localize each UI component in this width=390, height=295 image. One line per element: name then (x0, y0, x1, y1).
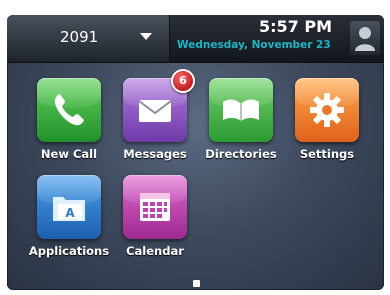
calendar-tile[interactable] (123, 175, 187, 239)
app-label: Messages (123, 147, 187, 161)
app-directories[interactable]: Directories (201, 78, 281, 170)
app-calendar[interactable]: Calendar (115, 175, 195, 267)
app-new-call[interactable]: New Call (29, 78, 109, 170)
line-number: 2091 (60, 28, 99, 46)
applications-folder-icon: A (53, 197, 85, 221)
envelope-icon (138, 100, 172, 122)
clock-date: Wednesday, November 23 (177, 39, 331, 51)
app-label: Calendar (126, 244, 184, 258)
app-label: New Call (40, 147, 98, 161)
chevron-down-icon (140, 33, 152, 40)
page-indicator-dot[interactable] (193, 280, 200, 287)
status-bar: 2091 5:57 PM Wednesday, November 23 (7, 15, 384, 63)
unread-count-badge: 6 (171, 69, 195, 93)
line-selector-button[interactable]: 2091 (7, 15, 170, 62)
new-call-tile[interactable] (37, 78, 101, 142)
directories-tile[interactable] (209, 78, 273, 142)
app-settings[interactable]: Settings (287, 78, 367, 170)
calendar-grid-icon (140, 193, 170, 221)
app-label: Settings (299, 147, 355, 161)
settings-tile[interactable] (295, 78, 359, 142)
phone-handset-icon (54, 94, 84, 126)
phone-screen: 2091 5:57 PM Wednesday, November 23 New … (7, 15, 384, 290)
user-silhouette-icon (355, 27, 375, 51)
app-applications[interactable]: A Applications (29, 175, 109, 267)
app-label: Applications (28, 244, 110, 258)
clock-time: 5:57 PM (259, 17, 333, 36)
app-messages[interactable]: 6 Messages (115, 69, 195, 170)
svg-text:A: A (65, 206, 75, 220)
gear-icon (310, 93, 344, 127)
app-label: Directories (205, 147, 277, 161)
open-book-icon (223, 99, 259, 121)
user-avatar-button[interactable] (350, 21, 380, 55)
applications-tile[interactable]: A (37, 175, 101, 239)
